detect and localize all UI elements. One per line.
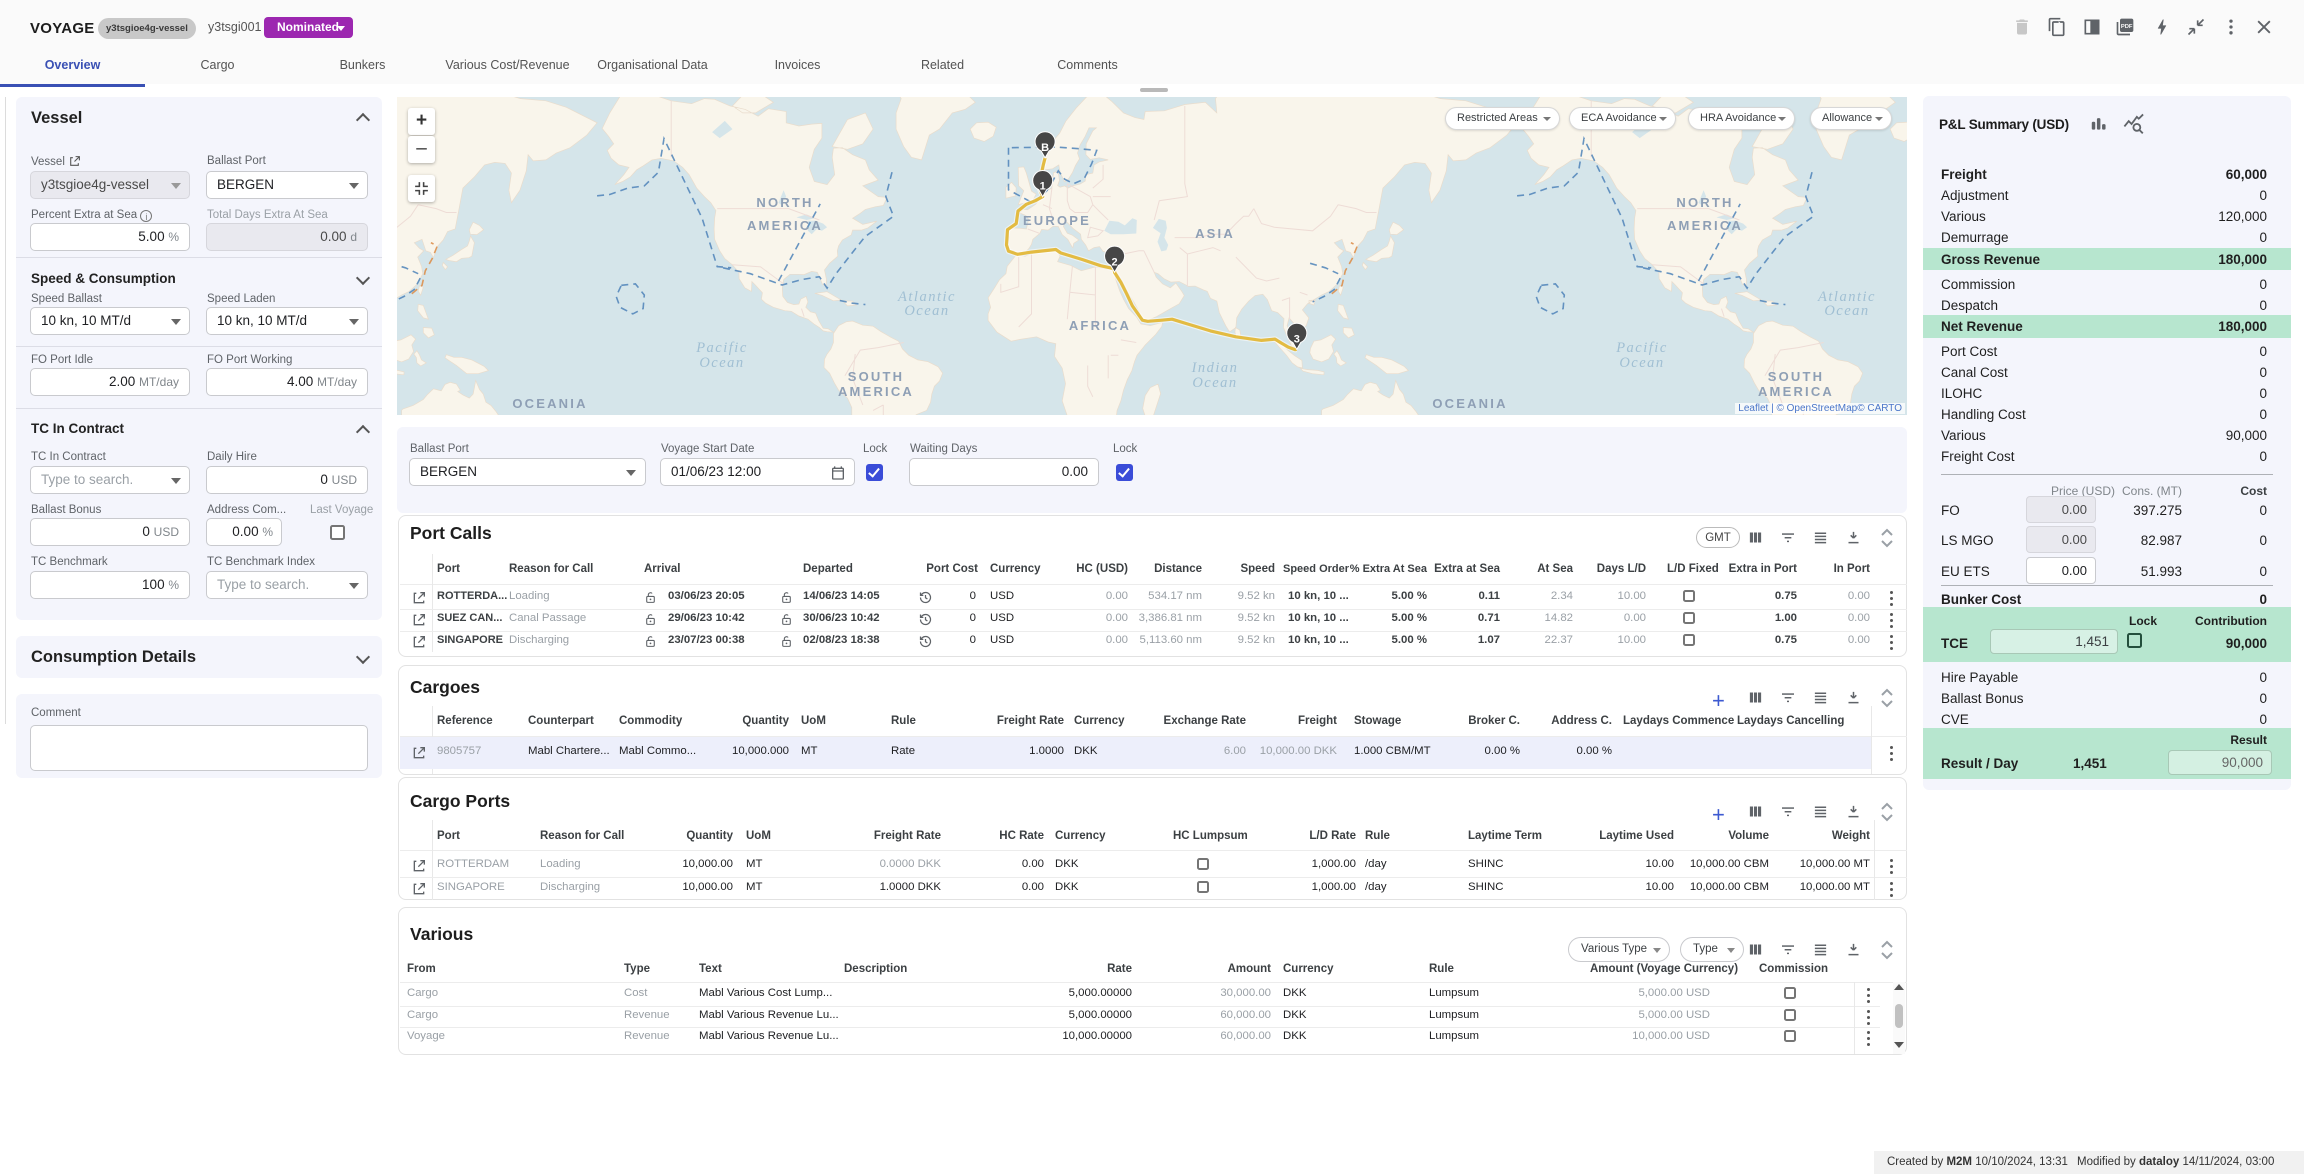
svg-text:Ocean: Ocean: [1619, 355, 1664, 371]
svg-text:OCEANIA: OCEANIA: [512, 396, 587, 411]
svg-text:Ocean: Ocean: [1192, 375, 1237, 391]
svg-text:PDF: PDF: [2121, 24, 2133, 30]
svg-text:1: 1: [1040, 181, 1046, 193]
svg-text:SOUTH: SOUTH: [848, 369, 905, 384]
svg-text:Ocean: Ocean: [904, 303, 949, 319]
svg-text:Pacific: Pacific: [695, 340, 748, 356]
svg-text:Ocean: Ocean: [1824, 303, 1869, 319]
svg-text:Ocean: Ocean: [699, 355, 744, 371]
svg-text:AMERICA: AMERICA: [1758, 384, 1834, 399]
svg-text:AFRICA: AFRICA: [1069, 318, 1131, 333]
svg-text:OCEANIA: OCEANIA: [1432, 396, 1507, 411]
svg-text:B: B: [1041, 142, 1049, 154]
svg-text:3: 3: [1294, 333, 1300, 345]
svg-text:AMERICA: AMERICA: [747, 218, 823, 233]
svg-text:AMERICA: AMERICA: [838, 384, 914, 399]
svg-text:ASIA: ASIA: [1195, 226, 1235, 241]
svg-text:AMERICA: AMERICA: [1667, 218, 1743, 233]
svg-text:Pacific: Pacific: [1615, 340, 1668, 356]
svg-text:Indian: Indian: [1191, 360, 1239, 376]
svg-text:NORTH: NORTH: [756, 195, 813, 210]
svg-text:EUROPE: EUROPE: [1023, 213, 1091, 228]
svg-text:SOUTH: SOUTH: [1768, 369, 1825, 384]
svg-text:NORTH: NORTH: [1676, 195, 1733, 210]
svg-text:2: 2: [1112, 256, 1118, 268]
